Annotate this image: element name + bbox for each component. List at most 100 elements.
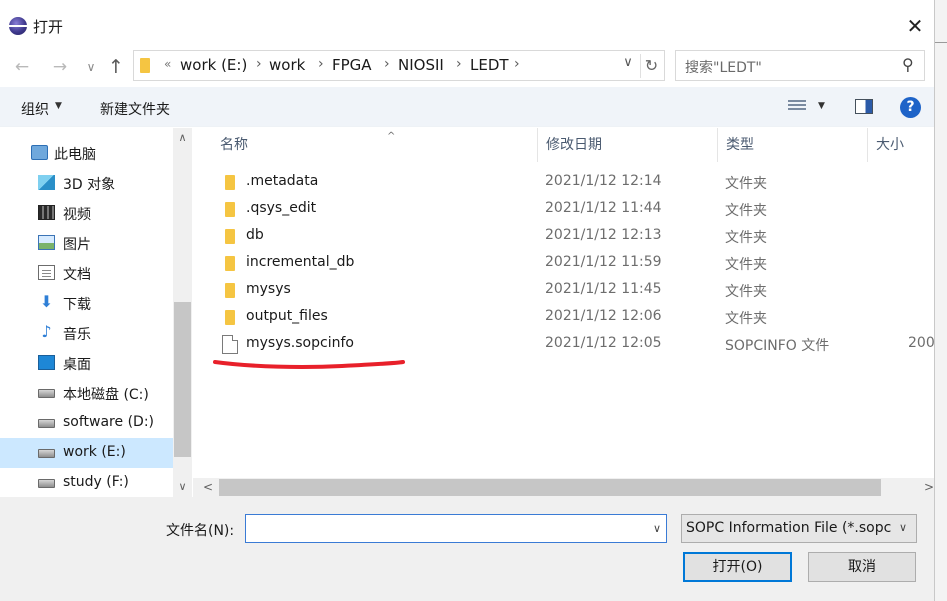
breadcrumb-separator-icon[interactable]: › — [256, 56, 262, 72]
sidebar-item-drive-c[interactable]: 本地磁盘 (C:) — [0, 378, 173, 408]
search-icon[interactable]: ⚲ — [902, 55, 914, 74]
forward-arrow-icon[interactable]: → — [46, 54, 74, 80]
sidebar-item-label: 下载 — [63, 297, 91, 313]
search-placeholder: 搜索"LEDT" — [685, 60, 762, 76]
sidebar-item-3d-objects[interactable]: 3D 对象 — [0, 168, 173, 198]
scroll-left-icon[interactable]: < — [200, 479, 216, 496]
sidebar-item-documents[interactable]: 文档 — [0, 258, 173, 288]
file-icon — [222, 335, 238, 354]
column-header-type[interactable]: 类型 — [717, 128, 868, 162]
breadcrumb-overflow-icon[interactable]: « — [164, 57, 171, 71]
sidebar-item-label: 文档 — [63, 267, 91, 283]
view-options-icon[interactable] — [788, 100, 806, 114]
sidebar-item-desktop[interactable]: 桌面 — [0, 348, 173, 378]
scroll-up-icon[interactable]: ∧ — [173, 130, 192, 146]
breadcrumb-fpga[interactable]: FPGA — [332, 56, 372, 74]
column-header-name[interactable]: 名称 ^ — [211, 128, 538, 162]
breadcrumb-separator-icon[interactable]: › — [318, 56, 324, 72]
address-history-dropdown-icon[interactable]: ∨ — [618, 55, 638, 70]
close-button[interactable]: ✕ — [898, 10, 932, 42]
filename-input[interactable] — [246, 515, 646, 542]
help-icon[interactable]: ? — [900, 97, 921, 118]
file-type-filter-value: SOPC Information File (*.sopcinfo) — [686, 520, 892, 536]
folder-icon — [140, 58, 150, 73]
file-date: 2021/1/12 12:13 — [545, 227, 662, 243]
red-underline-annotation — [213, 360, 405, 369]
breadcrumb-niosii[interactable]: NIOSII — [398, 56, 444, 74]
download-icon: ⬇ — [39, 292, 54, 311]
file-name: .metadata — [246, 173, 319, 189]
folder-icon — [225, 229, 235, 244]
open-file-dialog: 打开 ✕ ← → ∨ ↑ « work (E:) › work › FPGA ›… — [0, 0, 935, 601]
sidebar-item-videos[interactable]: 视频 — [0, 198, 173, 228]
filename-dropdown-icon[interactable]: ∨ — [649, 519, 665, 538]
file-name: output_files — [246, 308, 328, 324]
open-button[interactable]: 打开(O) — [683, 552, 792, 582]
breadcrumb-work-drive[interactable]: work (E:) — [180, 56, 247, 74]
sidebar-item-pictures[interactable]: 图片 — [0, 228, 173, 258]
breadcrumb-work[interactable]: work — [269, 56, 305, 74]
scrollbar-thumb[interactable] — [174, 302, 191, 457]
breadcrumb-separator-icon[interactable]: › — [514, 56, 520, 72]
sidebar-item-drive-d[interactable]: software (D:) — [0, 408, 173, 438]
breadcrumb-ledt[interactable]: LEDT — [470, 56, 509, 74]
view-dropdown-icon[interactable]: ▼ — [818, 101, 825, 111]
sidebar-item-drive-e[interactable]: work (E:) — [0, 438, 173, 468]
navigation-tree: 此电脑 3D 对象 视频 图片 文档 ⬇ 下载 ♪ 音乐 桌面 本地磁盘 (C:… — [0, 128, 173, 497]
filename-combobox[interactable]: ∨ — [245, 514, 667, 543]
column-header-size[interactable]: 大小 — [867, 128, 934, 162]
desktop-icon — [38, 355, 55, 370]
organize-button[interactable]: 组织 — [21, 99, 49, 119]
back-arrow-icon[interactable]: ← — [8, 54, 36, 80]
new-folder-button[interactable]: 新建文件夹 — [100, 99, 170, 119]
file-date: 2021/1/12 11:45 — [545, 281, 662, 297]
file-name: mysys.sopcinfo — [246, 335, 354, 351]
column-header-row: 名称 ^ 修改日期 类型 大小 — [193, 128, 934, 162]
breadcrumb-separator-icon[interactable]: › — [456, 56, 462, 72]
sidebar-item-downloads[interactable]: ⬇ 下载 — [0, 288, 173, 318]
sidebar-item-label: 图片 — [63, 237, 91, 253]
preview-pane-icon[interactable] — [855, 99, 873, 114]
up-arrow-icon[interactable]: ↑ — [103, 54, 129, 80]
file-name: incremental_db — [246, 254, 355, 270]
file-type: 文件夹 — [725, 257, 767, 273]
sidebar-item-label: 音乐 — [63, 327, 91, 343]
file-row[interactable]: db 2021/1/12 12:13 文件夹 — [193, 223, 934, 250]
filter-dropdown-icon[interactable]: ∨ — [899, 521, 907, 534]
file-row[interactable]: incremental_db 2021/1/12 11:59 文件夹 — [193, 250, 934, 277]
file-type: 文件夹 — [725, 203, 767, 219]
file-row[interactable]: .qsys_edit 2021/1/12 11:44 文件夹 — [193, 196, 934, 223]
file-type-filter[interactable]: SOPC Information File (*.sopcinfo) ∨ — [681, 514, 917, 543]
scroll-down-icon[interactable]: ∨ — [173, 479, 192, 495]
sidebar-scrollbar[interactable]: ∧ ∨ — [173, 128, 192, 497]
file-row[interactable]: output_files 2021/1/12 12:06 文件夹 — [193, 304, 934, 331]
refresh-icon[interactable]: ↻ — [640, 54, 662, 78]
organize-dropdown-icon[interactable]: ▼ — [55, 101, 62, 111]
file-type: 文件夹 — [725, 176, 767, 192]
column-name-label: 名称 — [220, 137, 248, 153]
file-list-horizontal-scrollbar[interactable]: < > — [193, 478, 934, 497]
sidebar-item-drive-f[interactable]: study (F:) — [0, 468, 173, 497]
command-bar: 组织 ▼ 新建文件夹 ▼ ? — [0, 87, 934, 127]
drive-icon — [38, 479, 55, 488]
sidebar-item-this-pc[interactable]: 此电脑 — [0, 138, 173, 168]
sidebar-item-label: 视频 — [63, 207, 91, 223]
column-header-date[interactable]: 修改日期 — [537, 128, 718, 162]
scrollbar-thumb[interactable] — [219, 479, 881, 496]
file-row[interactable]: .metadata 2021/1/12 12:14 文件夹 — [193, 169, 934, 196]
file-date: 2021/1/12 12:14 — [545, 173, 662, 189]
breadcrumb-separator-icon[interactable]: › — [384, 56, 390, 72]
background-window — [935, 0, 947, 601]
drive-icon — [38, 449, 55, 458]
recent-locations-chevron-icon[interactable]: ∨ — [82, 54, 100, 80]
address-bar[interactable]: « work (E:) › work › FPGA › NIOSII › LED… — [133, 50, 665, 81]
computer-icon — [31, 145, 48, 160]
scroll-right-icon[interactable]: > — [922, 479, 934, 496]
file-row[interactable]: mysys 2021/1/12 11:45 文件夹 — [193, 277, 934, 304]
sidebar-item-music[interactable]: ♪ 音乐 — [0, 318, 173, 348]
cancel-button[interactable]: 取消 — [808, 552, 916, 582]
file-type: 文件夹 — [725, 284, 767, 300]
folder-icon — [225, 310, 235, 325]
sidebar-item-label: 此电脑 — [54, 147, 96, 163]
search-box[interactable]: 搜索"LEDT" ⚲ — [675, 50, 925, 81]
